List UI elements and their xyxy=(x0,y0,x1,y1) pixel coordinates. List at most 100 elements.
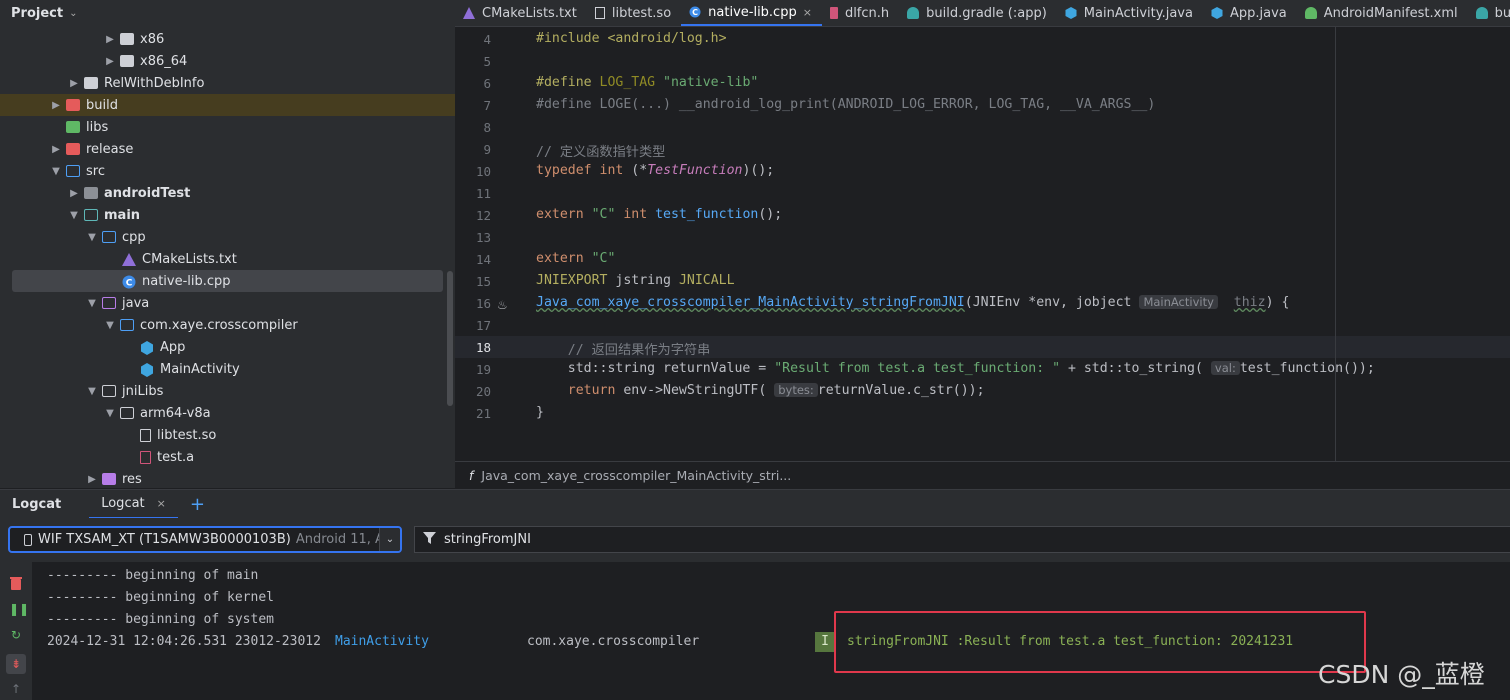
folder-library-icon xyxy=(66,121,80,133)
gradle-icon xyxy=(907,7,920,19)
tree-item-test-a[interactable]: test.a xyxy=(0,446,455,468)
tab-mainactivity-java[interactable]: MainActivity.java xyxy=(1057,0,1203,26)
tree-item-java[interactable]: ▼ java xyxy=(0,292,455,314)
package-icon xyxy=(120,319,134,331)
tab-cmakelists[interactable]: CMakeLists.txt xyxy=(455,0,587,26)
tree-item-label: x86 xyxy=(140,31,165,47)
breadcrumb-text[interactable]: Java_com_xaye_crosscompiler_MainActivity… xyxy=(481,468,791,483)
tree-item-label: test.a xyxy=(157,449,195,465)
tree-item-label: release xyxy=(86,141,134,157)
device-selector[interactable]: WIF TXSAM_XT (T1SAMW3B0000103B) Android … xyxy=(8,526,402,553)
class-icon xyxy=(1065,7,1077,19)
tree-item-cmakelists[interactable]: CMakeLists.txt xyxy=(0,248,455,270)
chevron-right-icon[interactable]: ▶ xyxy=(68,78,80,89)
line-number: 10 xyxy=(475,164,491,179)
tab-app-java[interactable]: App.java xyxy=(1203,0,1297,26)
close-icon[interactable]: × xyxy=(803,6,812,19)
code-text: } xyxy=(536,405,544,420)
tree-item-release[interactable]: ▶ release xyxy=(0,138,455,160)
chevron-right-icon[interactable]: ▶ xyxy=(50,100,62,111)
logcat-tab[interactable]: Logcat × xyxy=(89,490,178,519)
chevron-right-icon[interactable]: ▶ xyxy=(104,56,116,67)
tab-build-gradle[interactable]: build.gradle xyxy=(1468,0,1510,26)
chevron-down-icon[interactable]: ▼ xyxy=(86,232,98,243)
tree-item-relwithdebinfo[interactable]: ▶ RelWithDebInfo xyxy=(0,72,455,94)
tree-item-package[interactable]: ▼ com.xaye.crosscompiler xyxy=(0,314,455,336)
log-package: com.xaye.crosscompiler xyxy=(527,634,700,649)
chevron-down-icon[interactable]: ▼ xyxy=(50,166,62,177)
tab-androidmanifest[interactable]: AndroidManifest.xml xyxy=(1297,0,1468,26)
jni-gutter-icon[interactable]: ♨ xyxy=(497,298,508,312)
code-text: #include <android/log.h> xyxy=(536,31,727,46)
tree-item-x86_64[interactable]: ▶ x86_64 xyxy=(0,50,455,72)
code-text: JNICALL xyxy=(678,273,735,288)
log-line: --------- beginning of kernel xyxy=(47,590,274,605)
tree-item-jnilibs[interactable]: ▼ jniLibs xyxy=(0,380,455,402)
chevron-right-icon[interactable]: ▶ xyxy=(68,188,80,199)
tree-scrollbar[interactable] xyxy=(447,271,453,406)
scroll-to-end-icon[interactable]: ⇟ xyxy=(6,654,26,674)
restart-icon[interactable]: ↻ xyxy=(9,628,23,642)
code-text: + std::to_string( xyxy=(1060,361,1203,376)
chevron-down-icon[interactable]: ▼ xyxy=(68,210,80,221)
file-icon xyxy=(594,7,605,19)
tree-item-libtest-so[interactable]: libtest.so xyxy=(0,424,455,446)
tree-item-res[interactable]: ▶ res xyxy=(0,468,455,488)
close-icon[interactable]: × xyxy=(157,497,166,510)
chevron-down-icon[interactable]: ▼ xyxy=(86,386,98,397)
tab-build-gradle-app[interactable]: build.gradle (:app) xyxy=(899,0,1057,26)
tree-item-androidtest[interactable]: ▶ androidTest xyxy=(0,182,455,204)
chevron-down-icon[interactable]: ⌄ xyxy=(379,528,400,551)
logcat-toolwindow-header: Logcat Logcat × + xyxy=(0,489,1510,519)
project-panel-header[interactable]: Project ⌄ xyxy=(0,0,455,26)
chevron-down-icon[interactable]: ▼ xyxy=(104,320,116,331)
tree-item-native-lib-cpp[interactable]: C native-lib.cpp xyxy=(12,270,443,292)
tree-item-main[interactable]: ▼ main xyxy=(0,204,455,226)
tree-item-mainactivity[interactable]: MainActivity xyxy=(0,358,455,380)
up-icon[interactable]: ↑ xyxy=(9,682,23,696)
logcat-output[interactable]: --------- beginning of main --------- be… xyxy=(32,562,1510,700)
clear-logcat-icon[interactable] xyxy=(9,576,23,590)
code-line: Java_com_xaye_crosscompiler_MainActivity… xyxy=(536,295,1289,310)
tab-libtest-so[interactable]: libtest.so xyxy=(587,0,681,26)
tree-item-build[interactable]: ▶ build xyxy=(0,94,455,116)
inlay-hint: val: xyxy=(1210,361,1240,375)
code-editor[interactable]: 4 5 6 7 8 9 10 11 12 13 14 15 16 17 18 1… xyxy=(455,27,1510,461)
chevron-right-icon[interactable]: ▶ xyxy=(50,144,62,155)
chevron-down-icon[interactable]: ▼ xyxy=(104,408,116,419)
tab-label: build.gradle xyxy=(1494,5,1510,21)
code-line: #define LOG_TAG "native-lib" xyxy=(536,75,758,90)
code-text: ) { xyxy=(1265,295,1290,310)
pause-icon[interactable]: ❚❚ xyxy=(9,602,29,616)
chevron-right-icon[interactable]: ▶ xyxy=(104,34,116,45)
code-text: (* xyxy=(623,163,648,178)
breadcrumb[interactable]: f Java_com_xaye_crosscompiler_MainActivi… xyxy=(455,461,1510,489)
code-text: JNIEXPORT xyxy=(536,273,608,288)
tab-label: libtest.so xyxy=(611,5,672,21)
project-title[interactable]: Project xyxy=(11,6,63,21)
code-text: "native-lib" xyxy=(655,75,759,90)
highlight-box xyxy=(834,611,1366,673)
tree-item-label: x86_64 xyxy=(140,53,188,69)
tab-dlfcn-h[interactable]: dlfcn.h xyxy=(822,0,899,26)
line-number: 8 xyxy=(483,120,491,135)
tree-item-label: src xyxy=(86,163,105,179)
log-line: --------- beginning of system xyxy=(47,612,274,627)
tab-native-lib-cpp[interactable]: C native-lib.cpp × xyxy=(681,0,822,26)
logcat-filter-field[interactable]: stringFromJNI xyxy=(414,526,1510,553)
chevron-right-icon[interactable]: ▶ xyxy=(86,474,98,485)
tree-item-app[interactable]: App xyxy=(0,336,455,358)
folder-java-icon xyxy=(102,297,116,309)
logcat-tab-label: Logcat xyxy=(101,496,145,511)
code-line: #include <android/log.h> xyxy=(536,31,727,46)
add-tab-icon[interactable]: + xyxy=(190,494,205,515)
tree-item-libs[interactable]: libs xyxy=(0,116,455,138)
chevron-down-icon[interactable]: ⌄ xyxy=(69,8,77,19)
tree-item-arm64[interactable]: ▼ arm64-v8a xyxy=(0,402,455,424)
tree-item-cpp[interactable]: ▼ cpp xyxy=(0,226,455,248)
line-number: 4 xyxy=(483,32,491,47)
code-text: ()); xyxy=(1343,361,1375,376)
tree-item-src[interactable]: ▼ src xyxy=(0,160,455,182)
chevron-down-icon[interactable]: ▼ xyxy=(86,298,98,309)
tree-item-x86[interactable]: ▶ x86 xyxy=(0,28,455,50)
